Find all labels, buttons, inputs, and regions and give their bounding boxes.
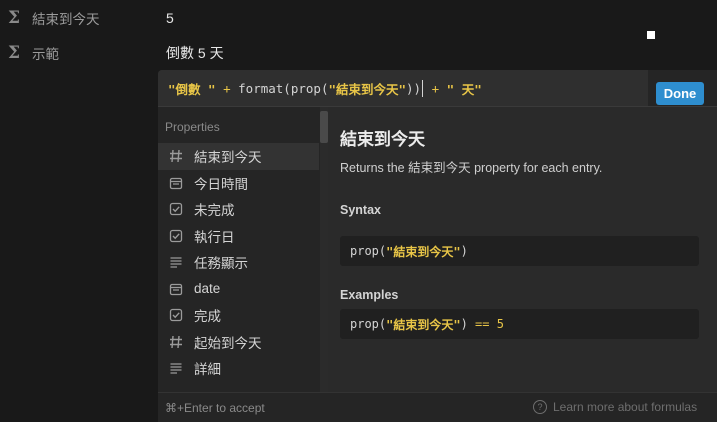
- accept-hint: ⌘+Enter to accept: [165, 401, 265, 415]
- editor-footer: ⌘+Enter to accept ? Learn more about for…: [158, 392, 717, 422]
- code-token: ): [460, 244, 468, 258]
- property-list-item[interactable]: 詳細: [158, 355, 319, 382]
- formula-token: "倒數 ": [168, 81, 216, 97]
- code-token: "結束到今天": [386, 317, 461, 332]
- code-token: ==: [475, 317, 490, 331]
- property-list-label: date: [194, 281, 221, 297]
- scrollbar[interactable]: [320, 107, 328, 392]
- text-lines-icon: [168, 254, 184, 270]
- formula-token: +: [424, 80, 447, 96]
- property-list-label: 結束到今天: [194, 150, 262, 166]
- desc-property-name: 結束到今天: [408, 161, 471, 175]
- code-token: prop(: [350, 244, 387, 258]
- property-detail-panel: 結束到今天 Returns the 結束到今天 property for eac…: [328, 107, 717, 392]
- formula-editor: "倒數 " + format(prop("結束到今天")) + " 天" Don…: [158, 31, 717, 422]
- example-code: prop("結束到今天") == 5: [340, 309, 699, 339]
- property-list-item[interactable]: 任務顯示: [158, 249, 319, 276]
- property-list-item[interactable]: 起始到今天: [158, 329, 319, 356]
- property-list-label: 執行日: [194, 229, 235, 245]
- property-list-label: 未完成: [194, 203, 235, 219]
- sidebar-title: Properties: [165, 120, 220, 134]
- sigma-icon: Σ: [8, 8, 21, 28]
- property-row-demo[interactable]: Σ 示範 倒數 5 天: [0, 36, 717, 70]
- checkbox-icon: [168, 307, 184, 323]
- code-token: "結束到今天": [386, 244, 461, 259]
- code-token: 5: [489, 317, 504, 331]
- checkbox-icon: [168, 228, 184, 244]
- property-list-label: 完成: [194, 309, 221, 325]
- done-button[interactable]: Done: [656, 82, 704, 105]
- property-list-item[interactable]: 今日時間: [158, 170, 319, 197]
- code-token: ): [460, 317, 476, 331]
- hash-icon: [168, 148, 184, 164]
- learn-more-link[interactable]: ? Learn more about formulas: [533, 400, 697, 414]
- properties-list: 結束到今天今日時間未完成執行日任務顯示 date 完成起始到今天詳細: [158, 143, 319, 382]
- desc-text: property for each entry.: [470, 161, 603, 175]
- learn-more-label: Learn more about formulas: [553, 400, 698, 414]
- syntax-code: prop("結束到今天"): [340, 236, 699, 266]
- formula-token: format(prop(: [238, 80, 329, 96]
- property-list-label: 任務顯示: [194, 256, 248, 272]
- property-list-item[interactable]: 完成: [158, 302, 319, 329]
- property-list-item[interactable]: date: [158, 276, 319, 303]
- checkbox-icon: [168, 201, 184, 217]
- property-list-item[interactable]: 未完成: [158, 196, 319, 223]
- help-icon: ?: [533, 400, 547, 414]
- property-list-item[interactable]: 結束到今天: [158, 143, 319, 170]
- formula-token: "結束到今天": [328, 81, 407, 97]
- formula-token: +: [215, 80, 239, 96]
- detail-description: Returns the 結束到今天 property for each entr…: [340, 157, 602, 176]
- detail-title: 結束到今天: [340, 130, 425, 149]
- syntax-heading: Syntax: [340, 203, 381, 217]
- examples-heading: Examples: [340, 288, 399, 302]
- properties-sidebar: Properties 結束到今天今日時間未完成執行日任務顯示 date 完成起始到今…: [158, 107, 328, 392]
- property-list-label: 今日時間: [194, 176, 248, 192]
- sigma-icon: Σ: [8, 43, 21, 63]
- text-lines-icon: [168, 360, 184, 376]
- code-token: prop(: [350, 317, 387, 331]
- formula-input[interactable]: "倒數 " + format(prop("結束到今天")) + " 天": [158, 70, 648, 106]
- property-name: 示範: [32, 47, 59, 62]
- property-value: 倒數 5 天: [166, 45, 224, 61]
- property-list-label: 詳細: [194, 362, 221, 378]
- calendar-icon: [168, 175, 184, 191]
- calendar-icon: [168, 281, 184, 297]
- property-list-item[interactable]: 執行日: [158, 223, 319, 250]
- property-list-label: 起始到今天: [194, 335, 262, 351]
- property-row-end-to-today[interactable]: Σ 結束到今天 5: [0, 1, 717, 35]
- desc-text: Returns the: [340, 161, 409, 175]
- formula-token: " 天": [446, 81, 482, 97]
- scrollbar-thumb[interactable]: [320, 111, 328, 143]
- property-name: 結束到今天: [32, 12, 100, 27]
- hash-icon: [168, 334, 184, 350]
- formula-token: )): [406, 80, 422, 96]
- text-caret: [422, 79, 424, 97]
- property-value: 5: [166, 10, 174, 26]
